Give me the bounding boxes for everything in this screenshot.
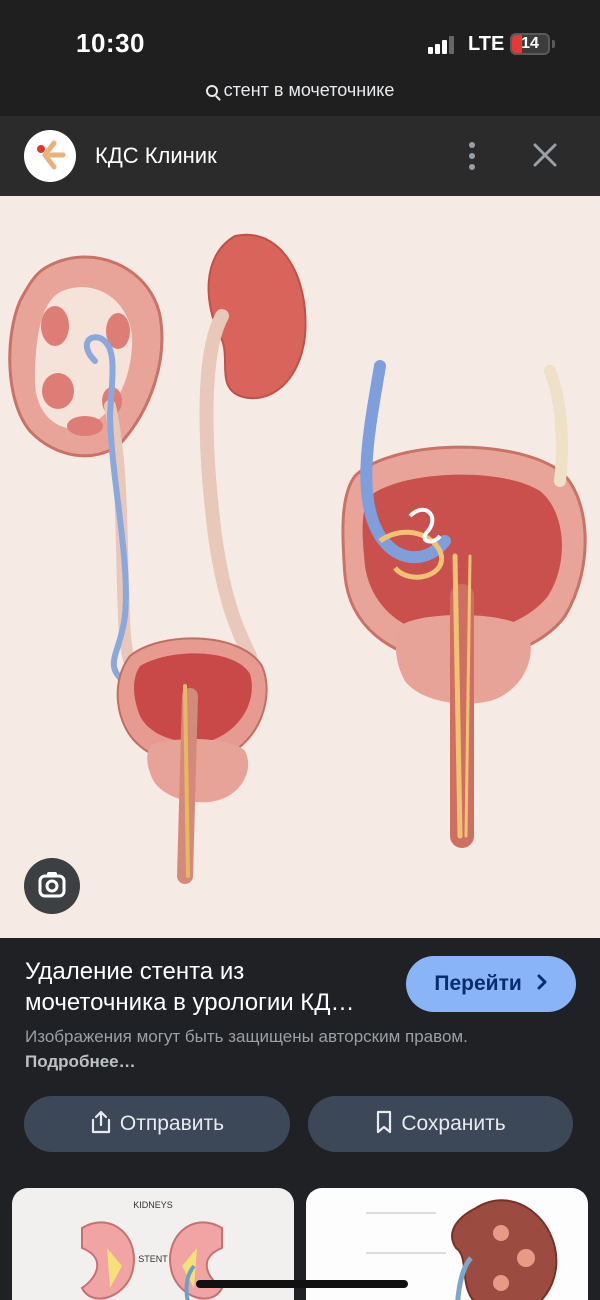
- lens-icon[interactable]: [24, 858, 80, 914]
- search-query: стент в мочеточнике: [223, 80, 395, 100]
- site-logo[interactable]: [24, 130, 76, 182]
- source-header: КДС Клиник: [0, 116, 600, 196]
- share-icon: [91, 1110, 111, 1134]
- visit-label: Перейти: [434, 972, 522, 995]
- more-info-link[interactable]: Подробнее…: [25, 1052, 136, 1071]
- battery-icon: 14: [510, 33, 550, 55]
- more-vert-icon[interactable]: [458, 138, 486, 174]
- site-name[interactable]: КДС Клиник: [95, 143, 217, 169]
- save-label: Сохранить: [401, 1112, 506, 1135]
- share-button[interactable]: Отправить: [24, 1096, 290, 1152]
- status-time: 10:30: [76, 28, 145, 58]
- status-bar: 10:30 LTE 14: [0, 0, 600, 80]
- result-image[interactable]: [0, 196, 600, 938]
- result-info-panel: Удаление стента из мочеточника в урологи…: [0, 938, 600, 1300]
- copyright-text: Изображения могут быть защищены авторски…: [25, 1027, 468, 1046]
- result-title[interactable]: Удаление стента из мочеточника в урологи…: [25, 956, 390, 1018]
- stent-label: STENT: [138, 1254, 168, 1264]
- search-icon: [205, 85, 218, 97]
- home-indicator[interactable]: [196, 1280, 408, 1288]
- bookmark-icon: [377, 1110, 392, 1134]
- save-button[interactable]: Сохранить: [308, 1096, 573, 1152]
- network-type: LTE: [468, 33, 505, 55]
- chevron-right-icon: [536, 956, 548, 1012]
- kidneys-label: KIDNEYS: [133, 1200, 173, 1210]
- close-icon[interactable]: [528, 138, 562, 172]
- visit-button[interactable]: Перейти: [406, 956, 576, 1012]
- battery-cap: [552, 40, 555, 48]
- signal-icon: [428, 36, 454, 54]
- share-label: Отправить: [119, 1112, 225, 1135]
- url-bar[interactable]: стент в мочеточнике: [0, 80, 600, 116]
- copyright-notice: Изображения могут быть защищены авторски…: [25, 1024, 495, 1074]
- battery-level: 14: [521, 35, 539, 52]
